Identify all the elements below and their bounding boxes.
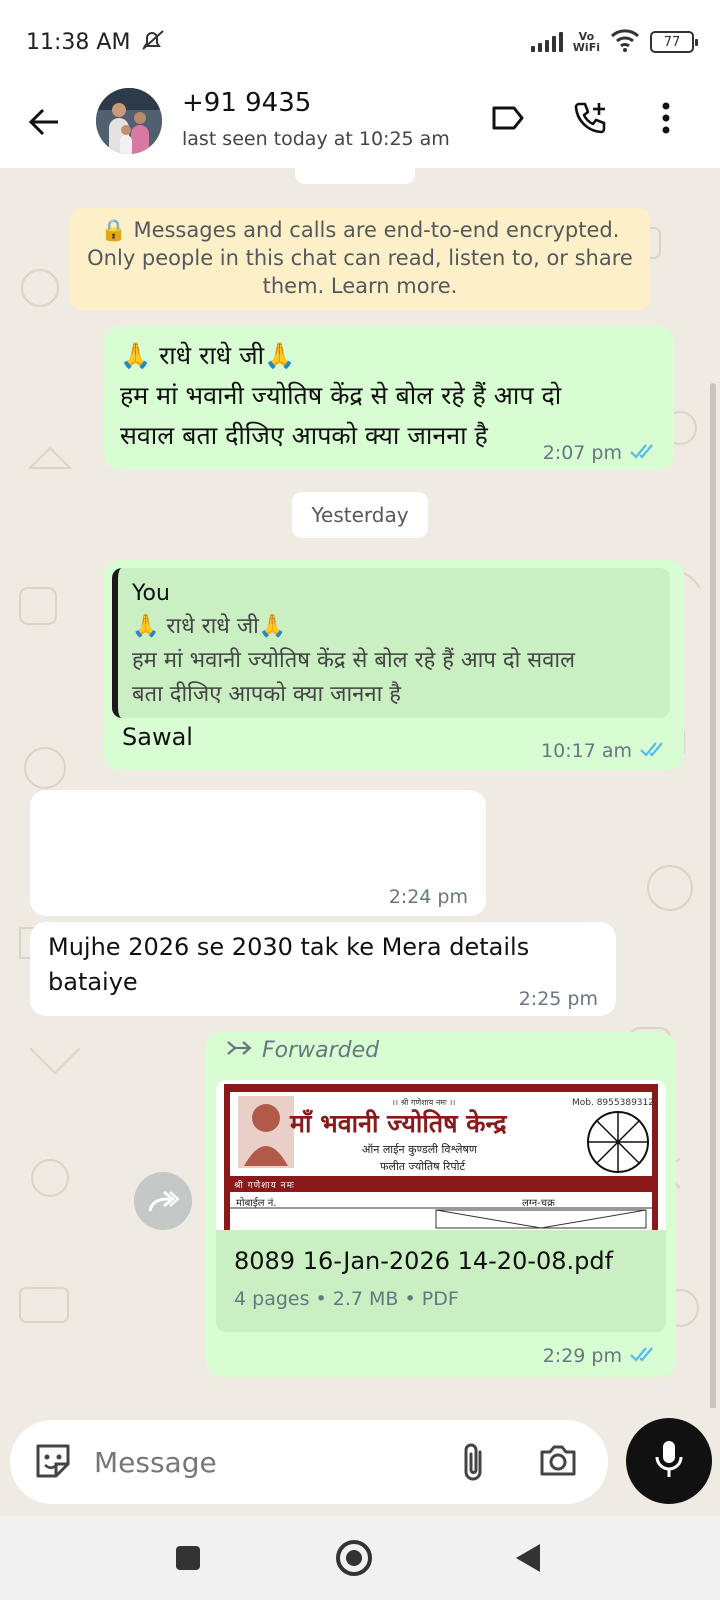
attach-icon[interactable]	[458, 1440, 488, 1488]
encryption-notice[interactable]: 🔒 Messages and calls are end-to-end encr…	[70, 208, 650, 310]
file-meta: 4 pages • 2.7 MB • PDF	[234, 1288, 459, 1310]
date-chip-partial	[295, 168, 415, 184]
message-time: 2:07 pm	[542, 442, 622, 464]
label-icon[interactable]	[486, 96, 530, 140]
mic-button[interactable]	[626, 1418, 712, 1504]
vowifi-label: Vo WiFi	[572, 30, 600, 54]
message-line: हम मां भवानी ज्योतिष केंद्र से बोल रहे ह…	[120, 381, 562, 410]
date-separator: Yesterday	[292, 492, 428, 538]
contact-name[interactable]: +91 9435	[182, 88, 311, 118]
back-arrow-icon[interactable]	[22, 100, 66, 144]
forwarded-icon	[226, 1038, 252, 1063]
quote-line: हम मां भवानी ज्योतिष केंद्र से बोल रहे ह…	[132, 648, 575, 673]
signal-icon	[530, 32, 563, 52]
last-seen-status: last seen today at 10:25 am	[182, 128, 450, 150]
more-options-icon[interactable]	[644, 96, 688, 140]
message-meta: 2:29 pm	[543, 1345, 658, 1367]
forwarded-indicator: Forwarded	[226, 1038, 379, 1063]
composer-bar	[0, 1408, 720, 1516]
back-nav-icon[interactable]	[506, 1536, 550, 1580]
outgoing-message[interactable]: You 🙏 राधे राधे जी🙏 हम मां भवानी ज्योतिष…	[104, 560, 684, 770]
chat-header: +91 9435 last seen today at 10:25 am	[0, 82, 720, 168]
incoming-message[interactable]: 2:24 pm	[30, 790, 486, 916]
camera-icon[interactable]	[538, 1442, 578, 1482]
pdf-subtitle: ऑन लाईन कुण्डली विश्लेषण	[362, 1143, 477, 1156]
status-time: 11:38 AM	[26, 30, 131, 55]
message-line: bataiye	[48, 968, 138, 996]
message-input[interactable]	[94, 1438, 434, 1486]
read-ticks-icon	[640, 740, 668, 762]
sticker-icon[interactable]	[32, 1440, 74, 1486]
mic-icon	[654, 1439, 684, 1483]
message-composer[interactable]	[10, 1420, 608, 1504]
battery-level: 77	[663, 34, 681, 50]
pdf-mobile: Mob. 8955389312	[572, 1098, 654, 1108]
pdf-strip: श्री गणेशाय नमः	[234, 1181, 295, 1191]
forward-shortcut-button[interactable]	[134, 1172, 192, 1230]
message-line: 🙏 राधे राधे जी🙏	[120, 341, 296, 370]
pdf-info[interactable]: 8089 16-Jan-2026 14-20-08.pdf 4 pages • …	[216, 1230, 666, 1332]
outgoing-document-message[interactable]: Forwarded ।। श्री गणेशाय नमः ।। Mob. 895…	[206, 1032, 676, 1377]
message-time: 10:17 am	[541, 740, 632, 762]
message-meta: 2:07 pm	[543, 442, 658, 464]
quoted-message[interactable]: You 🙏 राधे राधे जी🙏 हम मां भवानी ज्योतिष…	[112, 568, 670, 718]
read-ticks-icon	[630, 442, 658, 464]
file-name: 8089 16-Jan-2026 14-20-08.pdf	[234, 1247, 614, 1275]
pdf-right-label: लग्न-चक्र	[522, 1198, 555, 1209]
message-meta: 2:24 pm	[389, 886, 468, 908]
pdf-thumbnail[interactable]: ।। श्री गणेशाय नमः ।। Mob. 8955389312 मा…	[216, 1080, 666, 1230]
chat-area[interactable]: 🔒 Messages and calls are end-to-end encr…	[0, 168, 720, 1408]
pdf-left-label: मोबाईल नं.	[236, 1198, 277, 1209]
quote-line: 🙏 राधे राधे जी🙏	[132, 614, 287, 639]
read-ticks-icon	[630, 1345, 658, 1367]
outgoing-message[interactable]: 🙏 राधे राधे जी🙏 हम मां भवानी ज्योतिष कें…	[104, 326, 674, 470]
add-call-icon[interactable]	[568, 96, 612, 140]
quote-line: बता दीजिए आपको क्या जानना है	[132, 682, 401, 707]
message-meta: 2:25 pm	[519, 988, 598, 1010]
message-time: 2:24 pm	[388, 886, 468, 908]
scrollbar[interactable]	[710, 383, 716, 1408]
message-time: 2:25 pm	[518, 988, 598, 1010]
message-time: 2:29 pm	[542, 1345, 622, 1367]
home-icon[interactable]	[332, 1536, 376, 1580]
avatar[interactable]	[96, 88, 162, 154]
message-line: Mujhe 2026 se 2030 tak ke Mera details	[48, 933, 530, 961]
incoming-message[interactable]: Mujhe 2026 se 2030 tak ke Mera details b…	[30, 922, 616, 1016]
status-bar: 11:38 AM Vo WiFi 77	[0, 0, 720, 82]
message-text: Sawal	[122, 723, 193, 751]
message-meta: 10:17 am	[541, 740, 668, 762]
mute-icon	[140, 28, 166, 56]
battery-icon: 77	[650, 31, 698, 53]
forwarded-label: Forwarded	[262, 1038, 380, 1063]
pdf-subtitle: फलीत ज्योतिष रिपोर्ट	[380, 1160, 466, 1173]
wifi-icon	[610, 28, 640, 56]
system-nav-bar	[0, 1516, 720, 1600]
recents-icon[interactable]	[166, 1536, 210, 1580]
pdf-title: माँ भवानी ज्योतिष केन्द्र	[290, 1109, 507, 1138]
quote-author: You	[132, 581, 170, 606]
